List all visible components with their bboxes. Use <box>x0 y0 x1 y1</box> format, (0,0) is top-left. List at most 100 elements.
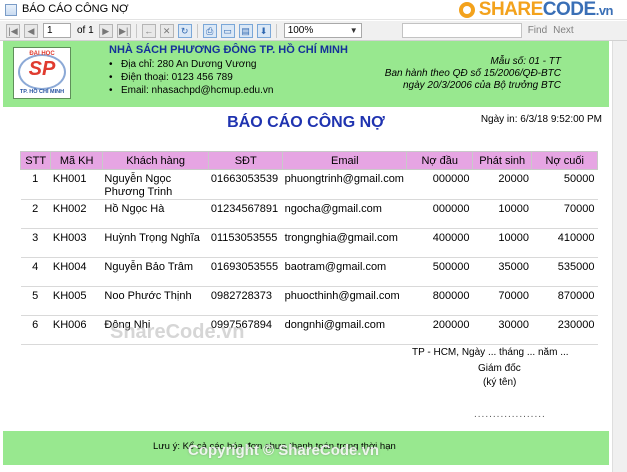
cell-incurred: 10000 <box>472 199 532 229</box>
col-customer-code: Mã KH <box>50 151 103 170</box>
cell-customer-code: KH006 <box>50 315 103 345</box>
cell-customer-name: Nguyễn Bảo Trâm <box>102 257 209 287</box>
col-opening-debt: Nợ đầu <box>406 151 473 170</box>
export-icon[interactable]: ⬇ <box>256 23 271 38</box>
next-page-icon[interactable]: ▶ <box>98 23 113 38</box>
table-row: 4 KH004 Nguyễn Bảo Trâm 01693053555 baot… <box>20 257 598 287</box>
copyright-watermark: Copyright © ShareCode.vn <box>188 442 380 459</box>
signature-line: ................... <box>474 409 546 420</box>
cell-incurred: 30000 <box>472 315 532 345</box>
print-date: Ngày in: 6/3/18 9:52:00 PM <box>480 114 602 125</box>
table-row: 2 KH002 Hồ Ngọc Hà 01234567891 ngocha@gm… <box>20 199 598 229</box>
zoom-select[interactable]: 100% ▼ <box>283 23 362 38</box>
cell-customer-code: KH004 <box>50 257 103 287</box>
report-header-band: ĐẠI HỌC SP TP. HỒ CHÍ MINH NHÀ SÁCH PHƯƠ… <box>3 41 609 107</box>
cell-phone: 01663053539 <box>208 169 283 200</box>
cell-opening-debt: 000000 <box>406 199 473 229</box>
cell-email: trongnghia@gmail.com <box>282 228 407 258</box>
store-email: Email: nhasachpd@hcmup.edu.vn <box>109 85 274 96</box>
col-customer-name: Khách hàng <box>101 151 210 170</box>
cell-closing-debt: 50000 <box>531 169 598 200</box>
sharecode-logo-icon <box>458 2 475 18</box>
cell-stt: 6 <box>20 315 51 345</box>
cell-phone: 01234567891 <box>208 199 283 229</box>
cell-email: phuocthinh@gmail.com <box>282 286 407 316</box>
current-page-input[interactable]: 1 <box>43 23 71 38</box>
cell-stt: 3 <box>20 228 51 258</box>
cell-opening-debt: 200000 <box>406 315 473 345</box>
chevron-down-icon: ▼ <box>349 26 358 35</box>
col-closing-debt: Nợ cuối <box>531 151 598 170</box>
print-icon[interactable]: ⎙ <box>202 23 217 38</box>
form-decision-date: ngày 20/3/2006 của Bộ trưởng BTC <box>402 80 561 91</box>
report-page: ĐẠI HỌC SP TP. HỒ CHÍ MINH NHÀ SÁCH PHƯƠ… <box>0 41 612 472</box>
print-layout-icon[interactable]: ▭ <box>220 23 235 38</box>
cell-phone: 01693053555 <box>208 257 283 287</box>
cell-customer-name: Huỳnh Trọng Nghĩa <box>102 228 209 258</box>
cell-closing-debt: 870000 <box>531 286 598 316</box>
cell-opening-debt: 500000 <box>406 257 473 287</box>
cell-closing-debt: 70000 <box>531 199 598 229</box>
table-row: 5 KH005 Noo Phước Thịnh 0982728373 phuoc… <box>20 286 598 316</box>
cell-customer-code: KH003 <box>50 228 103 258</box>
cell-customer-name: Noo Phước Thịnh <box>102 286 209 316</box>
cell-phone: 0982728373 <box>208 286 283 316</box>
col-email: Email <box>282 151 408 170</box>
cell-opening-debt: 800000 <box>406 286 473 316</box>
window-title: BÁO CÁO CÔNG NỢ <box>22 3 129 15</box>
cell-customer-code: KH001 <box>50 169 103 200</box>
find-button[interactable]: Find <box>528 25 547 36</box>
cell-opening-debt: 400000 <box>406 228 473 258</box>
store-address: Địa chỉ: 280 An Dương Vương <box>109 59 257 70</box>
cell-stt: 2 <box>20 199 51 229</box>
cell-email: baotram@gmail.com <box>282 257 407 287</box>
cell-phone: 01153053555 <box>208 228 283 258</box>
table-row: 6 KH006 Đông Nhi 0997567894 dongnhi@gmai… <box>20 315 598 345</box>
cell-incurred: 10000 <box>472 228 532 258</box>
find-next-button[interactable]: Next <box>553 25 574 36</box>
stop-icon[interactable]: ✕ <box>159 23 174 38</box>
cell-email: ngocha@gmail.com <box>282 199 407 229</box>
cell-customer-code: KH005 <box>50 286 103 316</box>
sharecode-watermark: ShareCode.vn <box>110 321 245 343</box>
store-phone: Điện thoại: 0123 456 789 <box>109 72 233 83</box>
cell-closing-debt: 535000 <box>531 257 598 287</box>
previous-page-icon[interactable]: ◀ <box>24 23 38 38</box>
signature-note: (ký tên) <box>483 377 517 388</box>
cell-customer-name: Nguyễn Ngọc Phương Trinh <box>102 169 209 200</box>
cell-stt: 1 <box>20 169 51 200</box>
store-name: NHÀ SÁCH PHƯƠNG ĐÔNG TP. HỒ CHÍ MINH <box>109 44 348 56</box>
cell-stt: 4 <box>20 257 51 287</box>
table-row: 3 KH003 Huỳnh Trọng Nghĩa 01153053555 tr… <box>20 228 598 258</box>
cell-customer-name: Hồ Ngọc Hà <box>102 199 209 229</box>
sharecode-logo: SHARECODE.vn <box>458 0 614 20</box>
form-decision: Ban hành theo QĐ số 15/2006/QĐ-BTC <box>384 68 561 79</box>
school-logo: ĐẠI HỌC SP TP. HỒ CHÍ MINH <box>13 47 71 99</box>
find-input[interactable] <box>401 23 522 38</box>
place-date-line: TP - HCM, Ngày ... tháng ... năm ... <box>412 347 569 358</box>
page-count-label: of 1 <box>77 25 94 36</box>
form-number: Mẫu số: 01 - TT <box>490 56 561 67</box>
cell-customer-code: KH002 <box>50 199 103 229</box>
last-page-icon[interactable]: ▶| <box>116 23 131 38</box>
debt-table: STT Mã KH Khách hàng SĐT Email Nợ đầu Ph… <box>19 151 598 345</box>
cell-email: phuongtrinh@gmail.com <box>282 169 407 200</box>
vertical-scrollbar[interactable] <box>612 41 627 472</box>
page-setup-icon[interactable]: ▤ <box>238 23 253 38</box>
director-title: Giám đốc <box>478 363 521 374</box>
back-icon[interactable]: ← <box>141 23 156 38</box>
report-app-icon <box>5 4 17 16</box>
window-titlebar: BÁO CÁO CÔNG NỢ SHARECODE.vn <box>0 0 627 20</box>
cell-incurred: 20000 <box>472 169 532 200</box>
report-toolbar: |◀ ◀ 1 of 1 ▶ ▶| ← ✕ ↻ ⎙ ▭ ▤ ⬇ 100% ▼ Fi… <box>0 21 627 41</box>
cell-closing-debt: 230000 <box>531 315 598 345</box>
cell-incurred: 35000 <box>472 257 532 287</box>
refresh-icon[interactable]: ↻ <box>177 23 192 38</box>
col-phone: SĐT <box>208 151 284 170</box>
table-row: 1 KH001 Nguyễn Ngọc Phương Trinh 0166305… <box>20 169 598 200</box>
cell-email: dongnhi@gmail.com <box>282 315 407 345</box>
table-header-row: STT Mã KH Khách hàng SĐT Email Nợ đầu Ph… <box>19 151 598 170</box>
first-page-icon[interactable]: |◀ <box>6 23 20 38</box>
cell-closing-debt: 410000 <box>531 228 598 258</box>
col-stt: STT <box>19 151 52 170</box>
